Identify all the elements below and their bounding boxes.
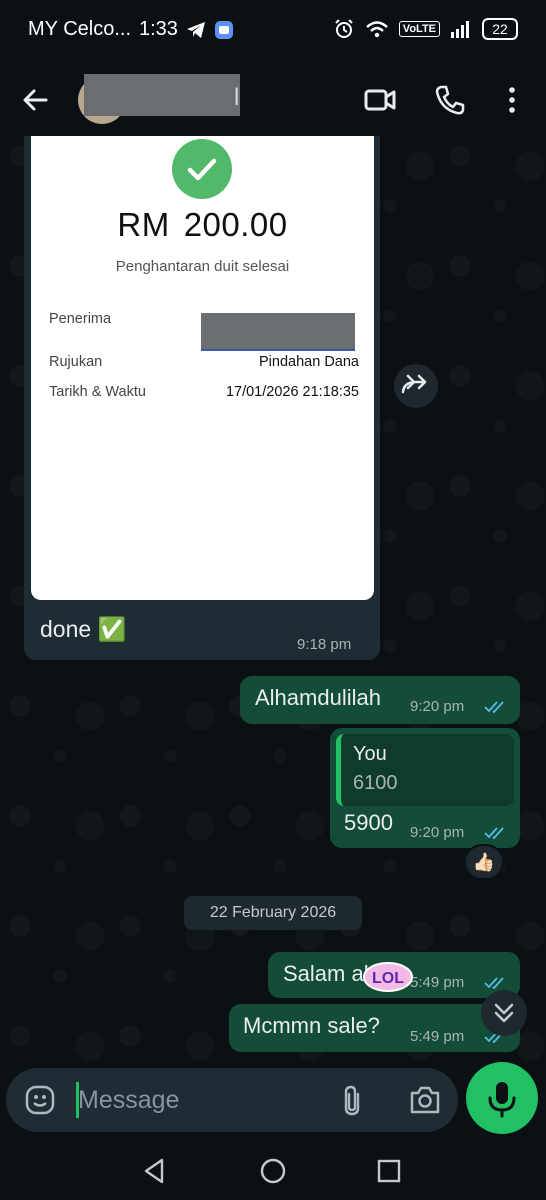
double-chevron-down-icon xyxy=(494,1003,514,1023)
video-call-icon[interactable] xyxy=(362,82,398,118)
read-receipt-icon xyxy=(484,701,504,714)
receipt-label-datetime: Tarikh & Waktu xyxy=(49,384,146,400)
receipt-label-recipient: Penerima xyxy=(49,311,112,327)
message-composer xyxy=(6,1068,458,1132)
emoji-sticker-icon[interactable] xyxy=(24,1084,56,1116)
message-time: 5:49 pm xyxy=(410,1028,465,1045)
receipt-label-reference: Rujukan xyxy=(49,354,103,370)
message-text: 5900 xyxy=(344,810,393,835)
message-text: Mcmmn sale? xyxy=(243,1013,380,1038)
quote-text: 6100 xyxy=(353,772,398,794)
quoted-message[interactable]: You 6100 xyxy=(336,734,514,806)
amount-value: 200.00 xyxy=(183,206,288,243)
nav-recents-icon[interactable] xyxy=(374,1156,404,1186)
nav-home-icon[interactable] xyxy=(258,1156,288,1186)
date-divider: 22 February 2026 xyxy=(184,896,362,930)
status-bar: MY Celco... 1:33 VoLTE 22 xyxy=(0,0,546,64)
forward-icon xyxy=(401,374,427,394)
read-receipt-icon xyxy=(484,977,504,990)
quote-author: You xyxy=(353,743,387,765)
receipt-amount: RM 200.00 xyxy=(31,206,374,244)
message-time: 5:49 pm xyxy=(410,974,465,991)
read-receipt-icon xyxy=(484,827,504,840)
receipt-value-datetime: 17/01/2026 21:18:35 xyxy=(225,384,359,400)
redacted-contact-name[interactable] xyxy=(84,74,240,116)
signal-icon xyxy=(451,21,469,38)
currency-label: RM xyxy=(117,206,170,243)
outgoing-reply-message[interactable]: You 6100 5900 9:20 pm xyxy=(330,728,520,848)
carrier-label: MY Celco... xyxy=(28,18,131,40)
system-navigation-bar xyxy=(0,1140,546,1200)
message-input[interactable] xyxy=(78,1080,338,1120)
message-text: Alhamdulilah xyxy=(255,685,381,710)
microphone-icon xyxy=(488,1082,516,1118)
voice-call-icon[interactable] xyxy=(432,82,468,118)
lol-sticker-text: LOL xyxy=(372,970,404,987)
clock: 1:33 xyxy=(139,18,178,40)
wifi-icon xyxy=(365,21,388,38)
camera-icon[interactable] xyxy=(408,1085,442,1115)
scroll-to-bottom-button[interactable] xyxy=(481,990,527,1036)
message-time: 9:20 pm xyxy=(410,698,465,715)
payment-receipt-image[interactable]: RM 200.00 Penghantaran duit selesai Pener… xyxy=(31,136,374,600)
outgoing-message[interactable]: Alhamdulilah 9:20 pm xyxy=(240,676,520,724)
volte-badge: VoLTE xyxy=(398,21,440,37)
back-arrow-icon[interactable] xyxy=(18,82,54,118)
voice-message-button[interactable] xyxy=(466,1062,538,1134)
status-right: VoLTE 22 xyxy=(333,18,518,40)
thumbs-up-reaction[interactable]: 👍🏻 xyxy=(464,844,504,880)
message-text: done ✅ xyxy=(40,616,127,642)
attachment-icon[interactable] xyxy=(340,1084,366,1118)
outgoing-message[interactable]: Mcmmn sale? 5:49 pm xyxy=(229,1004,520,1052)
message-time: 9:18 pm xyxy=(297,636,352,653)
receipt-value-reference: Pindahan Dana xyxy=(259,354,359,370)
success-check-icon xyxy=(172,139,232,199)
message-time: 9:20 pm xyxy=(410,824,465,841)
redacted-recipient xyxy=(201,313,355,351)
chat-header: l xyxy=(0,64,546,136)
app-notification-icon xyxy=(214,20,233,39)
contact-name-visible[interactable]: l xyxy=(234,84,239,112)
status-left: MY Celco... 1:33 xyxy=(28,18,234,41)
message-text: Salam al xyxy=(283,961,369,986)
receipt-status: Penghantaran duit selesai xyxy=(115,258,290,275)
more-options-icon[interactable] xyxy=(494,82,530,118)
forward-button[interactable] xyxy=(394,364,438,408)
battery-indicator: 22 xyxy=(482,18,518,40)
telegram-icon xyxy=(186,21,205,38)
chat-area[interactable]: RM 200.00 Penghantaran duit selesai Pener… xyxy=(0,136,546,1062)
lol-sticker-icon: LOL xyxy=(363,962,413,992)
nav-back-icon[interactable] xyxy=(140,1156,170,1186)
alarm-icon xyxy=(335,19,353,38)
